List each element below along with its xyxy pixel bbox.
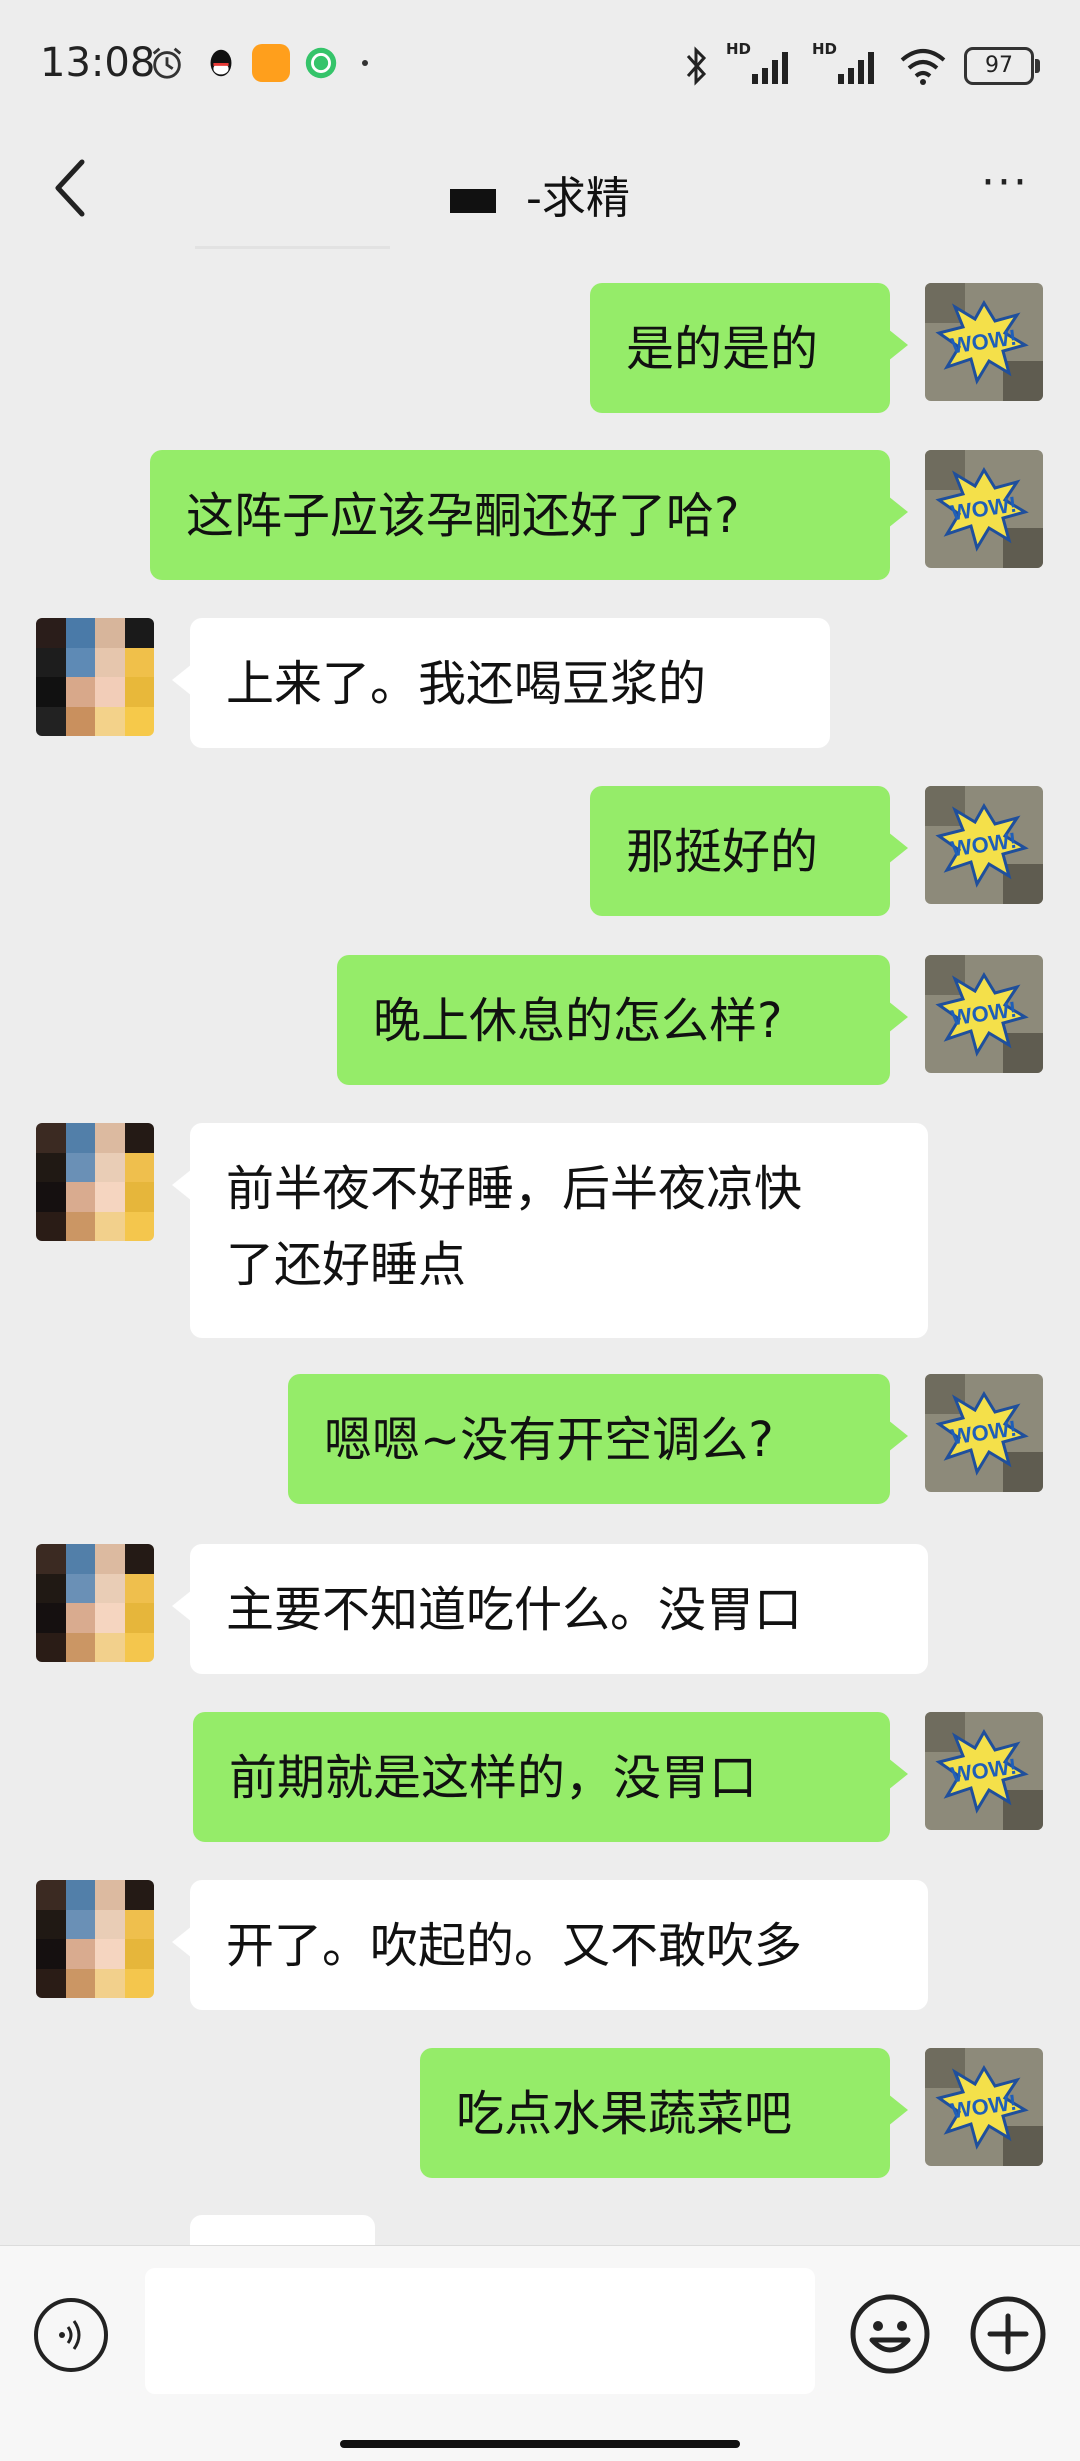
message-bubble[interactable]: 上来了。我还喝豆浆的 bbox=[172, 618, 830, 748]
my-avatar[interactable]: WOW! bbox=[925, 786, 1043, 904]
my-avatar[interactable]: WOW! bbox=[925, 2048, 1043, 2166]
more-functions-button[interactable] bbox=[968, 2294, 1048, 2374]
battery-indicator: 97 bbox=[964, 47, 1040, 85]
my-avatar[interactable]: WOW! bbox=[925, 1374, 1043, 1492]
my-avatar[interactable]: WOW! bbox=[925, 450, 1043, 568]
message-bubble[interactable]: 是的是的 bbox=[590, 283, 908, 413]
voice-icon bbox=[59, 2320, 81, 2350]
voice-input-button[interactable] bbox=[34, 2298, 108, 2372]
message-input[interactable] bbox=[145, 2268, 815, 2394]
signal-icon-1: HD bbox=[726, 40, 796, 86]
input-bar bbox=[0, 2245, 1080, 2461]
message-bubble[interactable]: 这阵子应该孕酮还好了哈? bbox=[150, 450, 908, 580]
scroll-divider bbox=[195, 246, 390, 249]
status-time: 13:08 bbox=[40, 40, 156, 86]
status-bar: 13:08 HD HD 97 bbox=[0, 0, 1080, 130]
my-avatar[interactable]: WOW! bbox=[925, 283, 1043, 401]
contact-avatar[interactable] bbox=[36, 1880, 154, 1998]
message-bubble[interactable]: 开了。吹起的。又不敢吹多 bbox=[172, 1880, 928, 2010]
alarm-icon bbox=[152, 47, 182, 79]
bluetooth-icon bbox=[686, 46, 707, 86]
message-bubble[interactable]: 吃点水果蔬菜吧 bbox=[420, 2048, 908, 2178]
message-bubble[interactable]: 主要不知道吃什么。没胃口 bbox=[172, 1544, 928, 1674]
home-indicator[interactable] bbox=[340, 2440, 740, 2448]
my-avatar[interactable]: WOW! bbox=[925, 1712, 1043, 1830]
message-bubble[interactable]: 嗯嗯~没有开空调么? bbox=[288, 1374, 908, 1504]
message-bubble[interactable]: 前半夜不好睡，后半夜凉快 了还好睡点 bbox=[172, 1123, 928, 1338]
qq-icon bbox=[210, 49, 232, 77]
chat-title-text: -求精 bbox=[526, 173, 630, 224]
more-options-button[interactable]: ··· bbox=[970, 161, 1040, 208]
more-dots-icon: ··· bbox=[981, 157, 1029, 208]
green-app-icon bbox=[305, 47, 337, 79]
title-bar: -求精 ··· bbox=[0, 130, 1080, 250]
contact-avatar[interactable] bbox=[36, 1123, 154, 1241]
more-notifications-dot bbox=[362, 60, 368, 66]
wifi-icon bbox=[900, 49, 946, 85]
notes-app-icon bbox=[252, 44, 290, 82]
message-bubble[interactable]: 前期就是这样的，没胃口 bbox=[193, 1712, 908, 1842]
chat-title[interactable]: -求精 bbox=[0, 162, 1080, 226]
status-right-group: HD HD 97 bbox=[684, 40, 1040, 86]
title-redaction bbox=[450, 189, 497, 213]
message-bubble[interactable]: 那挺好的 bbox=[590, 786, 908, 916]
message-bubble[interactable]: 晚上休息的怎么样? bbox=[337, 955, 908, 1085]
my-avatar[interactable]: WOW! bbox=[925, 955, 1043, 1073]
contact-avatar[interactable] bbox=[36, 618, 154, 736]
signal-icon-2: HD bbox=[812, 40, 882, 86]
contact-avatar[interactable] bbox=[36, 1544, 154, 1662]
emoji-button[interactable] bbox=[848, 2292, 932, 2376]
